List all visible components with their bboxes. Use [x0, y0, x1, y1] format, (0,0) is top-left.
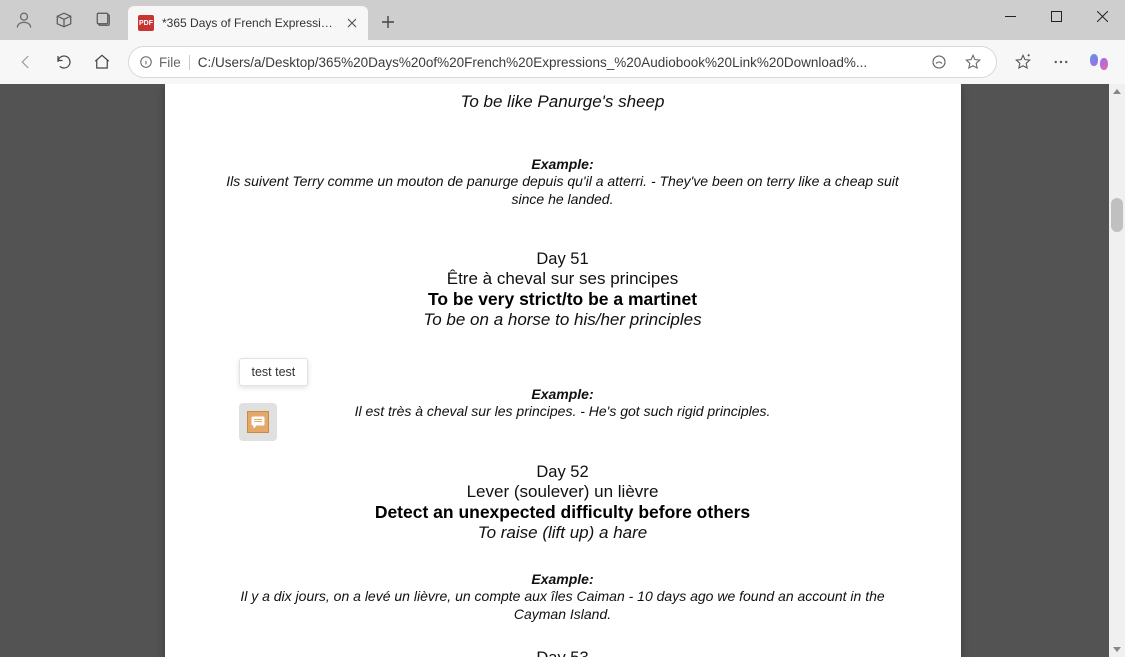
copilot-icon[interactable]	[1081, 46, 1117, 78]
intro-example-text: Ils suivent Terry comme un mouton de pan…	[225, 172, 901, 208]
minimize-button[interactable]	[987, 0, 1033, 32]
day53-heading: Day 53	[225, 649, 901, 657]
maximize-button[interactable]	[1033, 0, 1079, 32]
pdf-file-icon: PDF	[138, 15, 154, 31]
new-tab-button[interactable]	[374, 8, 402, 36]
scroll-down-button[interactable]	[1109, 641, 1125, 657]
scroll-up-button[interactable]	[1109, 84, 1125, 100]
day51-example-label: Example:	[225, 386, 901, 402]
pdf-viewport: To be like Panurge's sheep Example: Ils …	[0, 84, 1125, 657]
day52-transliteration: To raise (lift up) a hare	[225, 523, 901, 543]
annotation-marker[interactable]	[239, 403, 277, 441]
tab-actions-icon[interactable]	[86, 2, 122, 38]
browser-toolbar: File C:/Users/a/Desktop/365%20Days%20of%…	[0, 40, 1125, 84]
day51-transliteration: To be on a horse to his/her principles	[225, 310, 901, 330]
day52-example-label: Example:	[225, 571, 901, 587]
active-tab[interactable]: PDF *365 Days of French Expressions_	[128, 6, 368, 40]
pdf-page: To be like Panurge's sheep Example: Ils …	[165, 84, 961, 657]
day51-english: To be very strict/to be a martinet	[225, 289, 901, 310]
home-button[interactable]	[84, 46, 120, 78]
intro-transliteration: To be like Panurge's sheep	[225, 92, 901, 112]
workspaces-icon[interactable]	[46, 2, 82, 38]
settings-more-icon[interactable]	[1043, 46, 1079, 78]
window-controls	[987, 0, 1125, 32]
intro-example-label: Example:	[225, 156, 901, 172]
day51-example-text: Il est très à cheval sur les principes. …	[225, 402, 901, 420]
back-button[interactable]	[8, 46, 44, 78]
day52-example-text: Il y a dix jours, on a levé un lièvre, u…	[225, 587, 901, 623]
day52-english: Detect an unexpected difficulty before o…	[225, 502, 901, 523]
tab-title: *365 Days of French Expressions_	[162, 16, 336, 30]
titlebar-left-group	[0, 0, 122, 40]
annotation-tooltip: test test	[239, 358, 309, 386]
address-bar[interactable]: File C:/Users/a/Desktop/365%20Days%20of%…	[128, 46, 997, 78]
favorites-bar-icon[interactable]	[1005, 46, 1041, 78]
day52-heading: Day 52	[225, 463, 901, 482]
address-url: C:/Users/a/Desktop/365%20Days%20of%20Fre…	[198, 55, 918, 70]
day52-french: Lever (soulever) un lièvre	[225, 482, 901, 502]
info-icon	[139, 55, 153, 69]
tracking-prevention-icon[interactable]	[926, 49, 952, 75]
day51-french: Être à cheval sur ses principes	[225, 269, 901, 289]
file-label: File	[159, 55, 181, 70]
comment-icon	[247, 411, 269, 433]
refresh-button[interactable]	[46, 46, 82, 78]
scroll-thumb[interactable]	[1111, 198, 1123, 232]
profile-icon[interactable]	[6, 2, 42, 38]
window-titlebar: PDF *365 Days of French Expressions_	[0, 0, 1125, 40]
file-scheme-badge: File	[139, 55, 190, 70]
tab-close-button[interactable]	[344, 15, 360, 31]
close-button[interactable]	[1079, 0, 1125, 32]
favorite-icon[interactable]	[960, 49, 986, 75]
day51-heading: Day 51	[225, 250, 901, 269]
vertical-scrollbar[interactable]	[1109, 84, 1125, 657]
